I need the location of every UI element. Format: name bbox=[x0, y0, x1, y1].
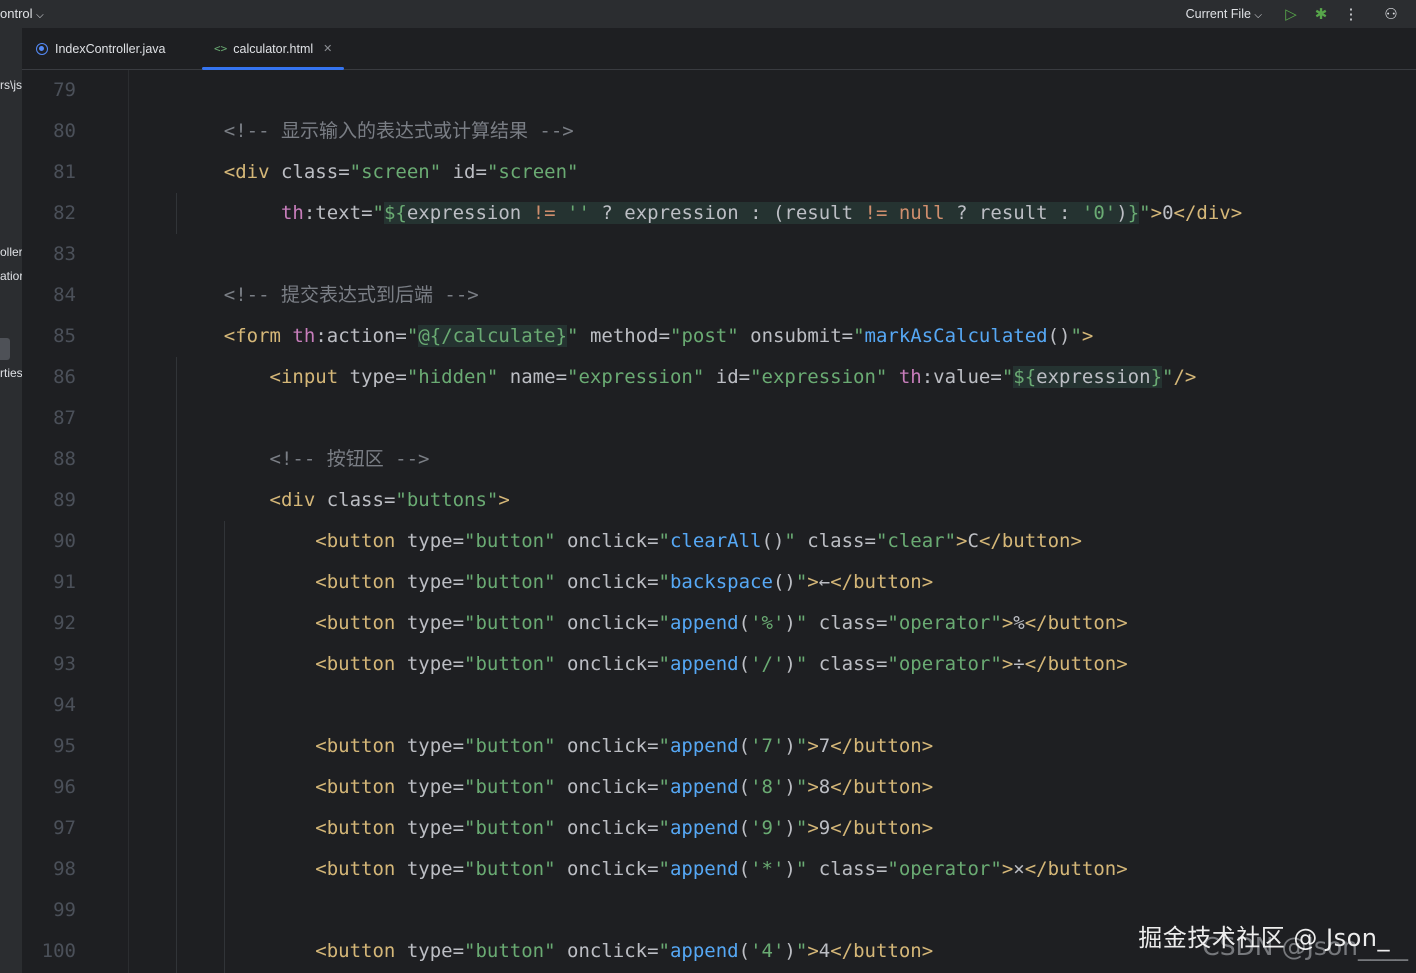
line-number: 84 bbox=[53, 284, 76, 306]
code-editor[interactable]: 79 80 <!-- 显示输入的表达式或计算结果 --> 81 <div class… bbox=[22, 70, 1416, 973]
tab-indexcontroller[interactable]: IndexController.java bbox=[36, 28, 165, 69]
code-text: <button type="button" onclick="append('8… bbox=[315, 776, 934, 798]
add-user-icon[interactable]: ⚇ bbox=[1366, 5, 1416, 23]
code-line[interactable]: 81 <div class="screen" id="screen" bbox=[22, 152, 1416, 193]
line-number: 93 bbox=[53, 653, 76, 675]
vcs-menu[interactable]: ontrol ⌵ bbox=[0, 6, 44, 21]
code-line[interactable]: 88 <!-- 按钮区 --> bbox=[22, 439, 1416, 480]
line-number: 95 bbox=[53, 735, 76, 757]
code-line[interactable]: 97 <button type="button" onclick="append… bbox=[22, 808, 1416, 849]
code-text: <div class="buttons"> bbox=[269, 489, 510, 511]
code-text: <button type="button" onclick="append('7… bbox=[315, 735, 934, 757]
code-text: <!-- 按钮区 --> bbox=[269, 448, 430, 470]
line-number: 97 bbox=[53, 817, 76, 839]
juejin-watermark: 掘金技术社区 @ Json_ bbox=[1138, 924, 1390, 952]
code-text: <form th:action="@{/calculate}" method="… bbox=[223, 325, 1094, 347]
code-line[interactable]: 98 <button type="button" onclick="append… bbox=[22, 849, 1416, 890]
chevron-down-icon: ⌵ bbox=[36, 10, 44, 21]
code-line[interactable]: 94 bbox=[22, 685, 1416, 726]
code-line[interactable]: 87 bbox=[22, 398, 1416, 439]
sidebar-selection-marker bbox=[0, 338, 10, 360]
code-text: <button type="button" onclick="clearAll(… bbox=[315, 530, 1082, 552]
tab-calculator-html[interactable]: <> calculator.html ✕ bbox=[202, 28, 345, 70]
line-number: 91 bbox=[53, 571, 76, 593]
code-text: <button type="button" onclick="append('9… bbox=[315, 817, 934, 839]
line-number: 96 bbox=[53, 776, 76, 798]
line-number: 82 bbox=[53, 202, 76, 224]
line-number: 85 bbox=[53, 325, 76, 347]
line-number: 88 bbox=[53, 448, 76, 470]
line-number: 87 bbox=[53, 407, 76, 429]
code-line[interactable]: 90 <button type="button" onclick="clearA… bbox=[22, 521, 1416, 562]
run-config-selector[interactable]: Current File ⌵ bbox=[1186, 7, 1262, 21]
code-line[interactable]: 93 <button type="button" onclick="append… bbox=[22, 644, 1416, 685]
line-number: 79 bbox=[53, 79, 76, 101]
line-number: 83 bbox=[53, 243, 76, 265]
code-line[interactable]: 84 <!-- 提交表达式到后端 --> bbox=[22, 275, 1416, 316]
top-toolbar: ontrol ⌵ Current File ⌵ ▷ ✱ ⋮ ⚇ bbox=[0, 0, 1416, 28]
code-line[interactable]: 85 <form th:action="@{/calculate}" metho… bbox=[22, 316, 1416, 357]
line-number: 98 bbox=[53, 858, 76, 880]
line-number: 89 bbox=[53, 489, 76, 511]
code-text: <input type="hidden" name="expression" i… bbox=[269, 366, 1197, 388]
run-config-label: Current File bbox=[1185, 7, 1251, 21]
java-class-icon bbox=[36, 42, 48, 55]
code-line[interactable]: 80 <!-- 显示输入的表达式或计算结果 --> bbox=[22, 111, 1416, 152]
code-line[interactable]: 86 <input type="hidden" name="expression… bbox=[22, 357, 1416, 398]
code-line[interactable]: 92 <button type="button" onclick="append… bbox=[22, 603, 1416, 644]
line-number: 81 bbox=[53, 161, 76, 183]
line-number: 99 bbox=[53, 899, 76, 921]
code-text: <button type="button" onclick="backspace… bbox=[315, 571, 934, 593]
code-text: <!-- 显示输入的表达式或计算结果 --> bbox=[223, 120, 574, 142]
chevron-down-icon: ⌵ bbox=[1254, 10, 1262, 21]
code-line[interactable]: 89 <div class="buttons"> bbox=[22, 480, 1416, 521]
editor-tabs: IndexController.java <> calculator.html … bbox=[22, 28, 1416, 70]
code-text: <div class="screen" id="screen" bbox=[223, 161, 579, 183]
code-line[interactable]: 95 <button type="button" onclick="append… bbox=[22, 726, 1416, 767]
vcs-menu-label: ontrol bbox=[0, 6, 33, 21]
line-number: 90 bbox=[53, 530, 76, 552]
close-icon[interactable]: ✕ bbox=[323, 42, 332, 55]
line-number: 92 bbox=[53, 612, 76, 634]
code-text: <!-- 提交表达式到后端 --> bbox=[223, 284, 479, 306]
code-line[interactable]: 91 <button type="button" onclick="backsp… bbox=[22, 562, 1416, 603]
line-number: 80 bbox=[53, 120, 76, 142]
code-line[interactable]: 83 bbox=[22, 234, 1416, 275]
tab-label: IndexController.java bbox=[55, 41, 166, 56]
line-number: 94 bbox=[53, 694, 76, 716]
tab-label: calculator.html bbox=[233, 41, 314, 56]
code-text: <button type="button" onclick="append('%… bbox=[315, 612, 1128, 634]
run-icon[interactable]: ▷ bbox=[1276, 5, 1306, 23]
code-text: <button type="button" onclick="append('*… bbox=[315, 858, 1128, 880]
code-line[interactable]: 96 <button type="button" onclick="append… bbox=[22, 767, 1416, 808]
debug-icon[interactable]: ✱ bbox=[1306, 5, 1336, 23]
code-line[interactable]: 82 th:text="${expression != '' ? express… bbox=[22, 193, 1416, 234]
line-number: 100 bbox=[41, 940, 76, 962]
code-text: <button type="button" onclick="append('4… bbox=[315, 940, 934, 962]
line-number: 86 bbox=[53, 366, 76, 388]
more-icon[interactable]: ⋮ bbox=[1336, 5, 1366, 23]
code-text: th:text="${expression != '' ? expression… bbox=[280, 202, 1243, 224]
code-line[interactable]: 79 bbox=[22, 70, 1416, 111]
html-file-icon: <> bbox=[214, 42, 228, 55]
code-text: <button type="button" onclick="append('/… bbox=[315, 653, 1128, 675]
